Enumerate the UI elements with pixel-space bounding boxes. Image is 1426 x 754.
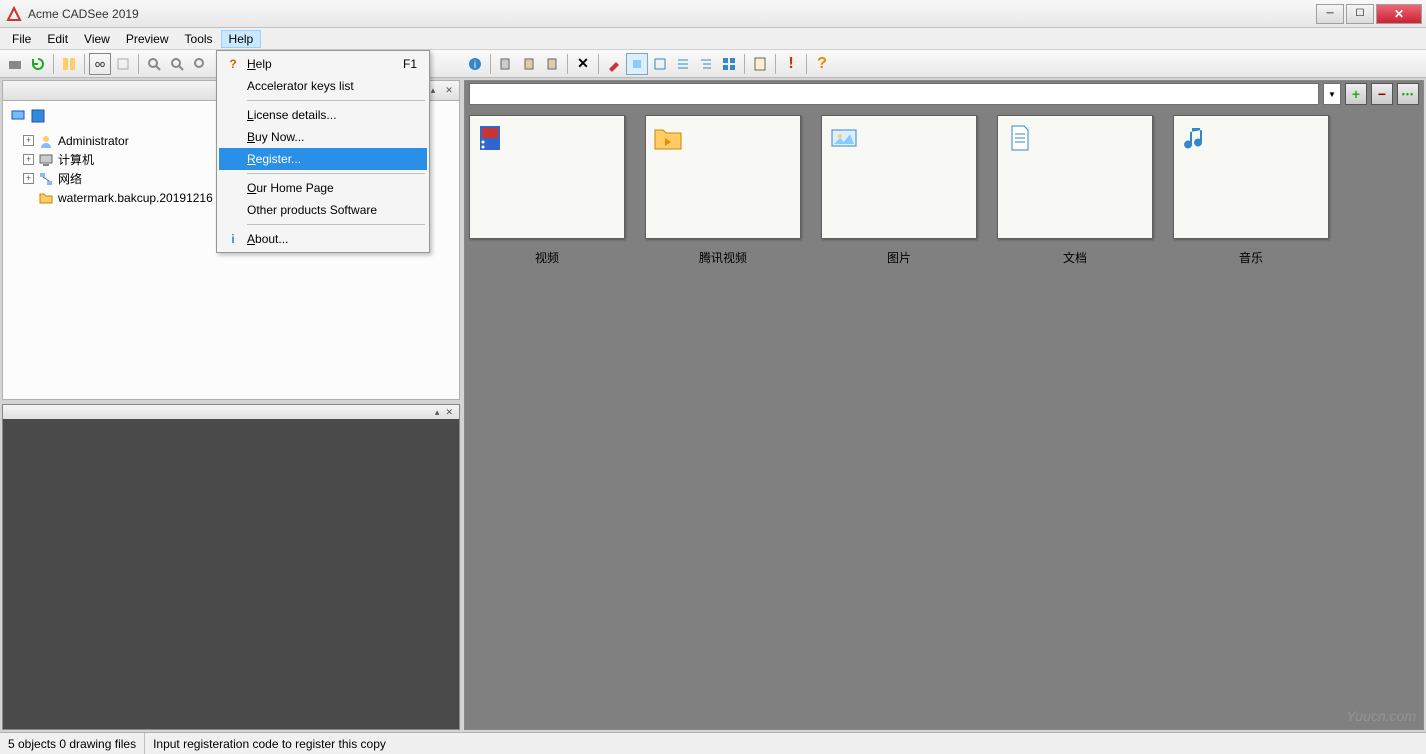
expander-icon[interactable]: + [23, 173, 34, 184]
remove-button[interactable]: − [1371, 83, 1393, 105]
menu-separator [247, 224, 425, 225]
menu-file[interactable]: File [4, 30, 39, 48]
preview-panel: ▴ ✕ [2, 404, 460, 730]
maximize-button[interactable]: ☐ [1346, 4, 1374, 24]
question-icon: ? [225, 56, 241, 72]
svg-text:i: i [474, 60, 476, 71]
desktop-icon[interactable] [9, 107, 27, 125]
status-objects: 5 objects 0 drawing files [0, 733, 145, 754]
panes-button[interactable] [58, 53, 80, 75]
menu-preview[interactable]: Preview [118, 30, 177, 48]
grid-view-button[interactable] [718, 53, 740, 75]
path-input[interactable] [469, 83, 1319, 105]
zoom-in-button[interactable] [143, 53, 165, 75]
network-icon [38, 171, 54, 187]
toolbar: oo i ✕ ! ? [0, 50, 1426, 78]
tool-button-2[interactable] [626, 53, 648, 75]
toolbar-separator [806, 54, 807, 74]
alert-button[interactable]: ! [780, 53, 802, 75]
copy-button[interactable] [495, 53, 517, 75]
menu-help[interactable]: Help [221, 30, 262, 48]
app-icon [6, 6, 22, 22]
favorites-icon[interactable] [29, 107, 47, 125]
titlebar: Acme CADSee 2019 ─ ☐ ✕ [0, 0, 1426, 28]
view-alt-button[interactable] [112, 53, 134, 75]
music-icon [1180, 122, 1212, 154]
close-button[interactable]: ✕ [1376, 4, 1422, 24]
panel-close-icon[interactable]: ✕ [443, 85, 455, 97]
help-menu-register[interactable]: Register... [219, 148, 427, 170]
pin-icon[interactable]: ▴ [435, 407, 440, 418]
folder-icon [38, 190, 54, 206]
toolbar-separator [567, 54, 568, 74]
help-menu-help[interactable]: ?HelpF1 [219, 53, 427, 75]
toolbar-separator [53, 54, 54, 74]
thumb-video[interactable]: 视频 [469, 115, 625, 266]
thumb-tencent-video[interactable]: 腾讯视频 [645, 115, 801, 266]
zoom-out-button[interactable] [166, 53, 188, 75]
help-menu-license[interactable]: License details... [219, 104, 427, 126]
path-bar: ▼ + − ••• [465, 81, 1423, 107]
panel-close-icon[interactable]: ✕ [445, 407, 453, 418]
toolbar-separator [138, 54, 139, 74]
content-panel: ▼ + − ••• 视频 腾讯视频 图片 文档 [464, 80, 1424, 730]
properties-button[interactable] [749, 53, 771, 75]
main-area: ▴ ✕ + Administrator + 计算机 [0, 78, 1426, 732]
help-menu-other[interactable]: Other products Software [219, 199, 427, 221]
tool-button-1[interactable] [603, 53, 625, 75]
help-menu-accelerator[interactable]: Accelerator keys list [219, 75, 427, 97]
window-title: Acme CADSee 2019 [28, 7, 1314, 21]
help-toolbar-button[interactable]: ? [811, 53, 833, 75]
view-1to1-button[interactable]: oo [89, 53, 111, 75]
tree-view-button[interactable] [695, 53, 717, 75]
help-menu-homepage[interactable]: Our Home Page [219, 177, 427, 199]
expander-icon[interactable]: + [23, 154, 34, 165]
path-dropdown-button[interactable]: ▼ [1323, 83, 1341, 105]
menu-edit[interactable]: Edit [39, 30, 76, 48]
clipboard-button[interactable] [541, 53, 563, 75]
menu-tools[interactable]: Tools [177, 30, 221, 48]
document-icon [1004, 122, 1036, 154]
menu-view[interactable]: View [76, 30, 118, 48]
zoom-fit-button[interactable] [189, 53, 211, 75]
expander-icon[interactable]: + [23, 135, 34, 146]
refresh-button[interactable] [27, 53, 49, 75]
add-button[interactable]: + [1345, 83, 1367, 105]
paste-button[interactable] [518, 53, 540, 75]
folder-play-icon [652, 122, 684, 154]
toolbar-separator [490, 54, 491, 74]
info-icon: i [225, 231, 241, 247]
help-menu-about[interactable]: iAbout... [219, 228, 427, 250]
open-button[interactable] [4, 53, 26, 75]
computer-icon [38, 152, 54, 168]
toolbar-separator [598, 54, 599, 74]
user-icon [38, 133, 54, 149]
status-message: Input registeration code to register thi… [145, 733, 1426, 754]
more-button[interactable]: ••• [1397, 83, 1419, 105]
toolbar-separator [84, 54, 85, 74]
thumb-picture[interactable]: 图片 [821, 115, 977, 266]
picture-icon [828, 122, 860, 154]
tool-button-3[interactable] [649, 53, 671, 75]
preview-panel-header: ▴ ✕ [3, 405, 459, 419]
menubar: File Edit View Preview Tools Help [0, 28, 1426, 50]
menu-separator [247, 100, 425, 101]
toolbar-separator [744, 54, 745, 74]
toolbar-separator [775, 54, 776, 74]
info-button[interactable]: i [464, 53, 486, 75]
minimize-button[interactable]: ─ [1316, 4, 1344, 24]
help-menu-buy[interactable]: Buy Now... [219, 126, 427, 148]
watermark-text: Yuucn.com [1346, 708, 1416, 724]
menu-separator [247, 173, 425, 174]
thumbnails-area: 视频 腾讯视频 图片 文档 音乐 [465, 107, 1423, 274]
video-icon [476, 122, 508, 154]
list-view-button[interactable] [672, 53, 694, 75]
statusbar: 5 objects 0 drawing files Input register… [0, 732, 1426, 754]
delete-button[interactable]: ✕ [572, 53, 594, 75]
thumb-music[interactable]: 音乐 [1173, 115, 1329, 266]
window-controls: ─ ☐ ✕ [1314, 4, 1422, 24]
help-dropdown: ?HelpF1 Accelerator keys list License de… [216, 50, 430, 253]
thumb-document[interactable]: 文档 [997, 115, 1153, 266]
